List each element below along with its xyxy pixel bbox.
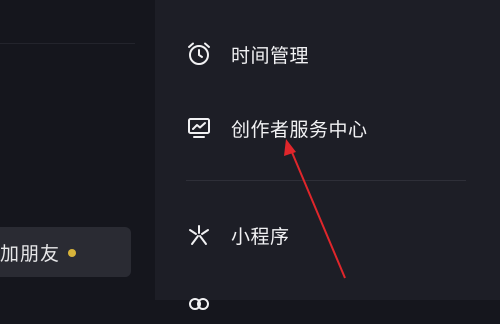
- menu-label-time-management: 时间管理: [231, 44, 310, 67]
- menu-item-partial[interactable]: [186, 284, 212, 324]
- add-friend-button[interactable]: 加朋友: [0, 227, 131, 277]
- chart-monitor-icon: [186, 115, 212, 141]
- side-menu-panel: 时间管理 创作者服务中心 小程序: [155, 0, 500, 310]
- alarm-clock-icon: [186, 41, 212, 67]
- menu-item-time-management[interactable]: 时间管理: [186, 34, 309, 74]
- mini-program-icon: [186, 222, 212, 248]
- circle-icon: [186, 291, 212, 317]
- menu-divider: [186, 180, 466, 181]
- menu-label-mini-program: 小程序: [231, 225, 290, 248]
- menu-item-creator-center[interactable]: 创作者服务中心: [186, 108, 368, 148]
- menu-item-mini-program[interactable]: 小程序: [186, 215, 290, 255]
- notification-dot: [68, 249, 77, 257]
- left-panel: 加朋友: [0, 0, 155, 300]
- menu-label-creator-center: 创作者服务中心: [231, 118, 368, 141]
- add-friend-label: 加朋友: [0, 242, 61, 265]
- left-divider: [0, 43, 135, 44]
